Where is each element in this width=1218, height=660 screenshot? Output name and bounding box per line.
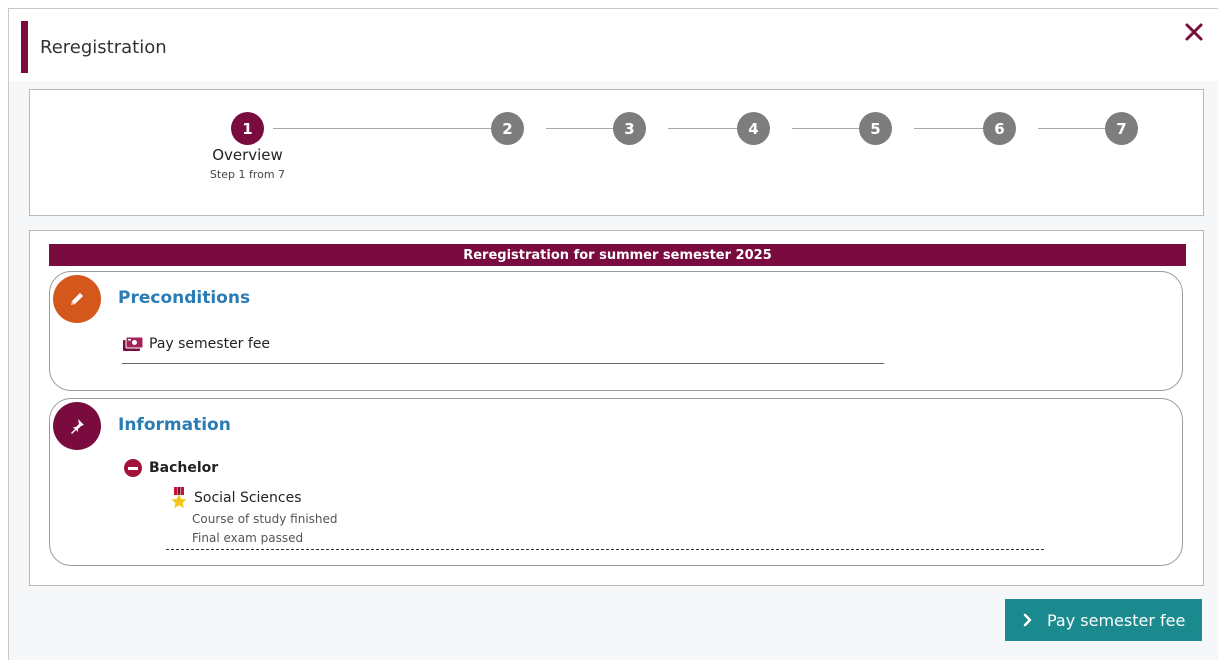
status-text: Final exam passed bbox=[192, 531, 304, 545]
step-7[interactable]: 7 bbox=[1105, 112, 1138, 145]
money-icon bbox=[122, 334, 144, 354]
dashed-divider bbox=[166, 549, 1044, 550]
step-indicator: 1 2 3 4 5 6 7 Overview Step 1 from 7 bbox=[29, 89, 1204, 216]
medal-icon bbox=[170, 487, 188, 509]
information-heading: Information bbox=[118, 415, 231, 435]
pin-icon bbox=[71, 419, 84, 434]
subject-row: Social Sciences bbox=[170, 487, 302, 509]
degree-row[interactable]: Bachelor bbox=[124, 459, 218, 477]
information-card: Information Bachelor Social Sciences Cou… bbox=[49, 398, 1183, 566]
pay-semester-fee-button[interactable]: Pay semester fee bbox=[1005, 599, 1202, 641]
preconditions-icon-badge bbox=[53, 275, 101, 323]
chevron-right-icon bbox=[1023, 613, 1032, 627]
status-text: Course of study finished bbox=[192, 512, 338, 526]
step-2[interactable]: 2 bbox=[491, 112, 524, 145]
dialog-header: Reregistration bbox=[9, 9, 1218, 81]
pencil-icon bbox=[71, 293, 83, 305]
step-4[interactable]: 4 bbox=[737, 112, 770, 145]
semester-banner: Reregistration for summer semester 2025 bbox=[49, 244, 1186, 266]
active-step-subtitle: Step 1 from 7 bbox=[209, 168, 286, 181]
dialog-title: Reregistration bbox=[40, 37, 167, 58]
divider bbox=[122, 363, 884, 364]
preconditions-heading: Preconditions bbox=[118, 288, 251, 308]
title-accent-bar bbox=[21, 21, 28, 73]
step-1[interactable]: 1 bbox=[231, 112, 264, 145]
pay-button-label: Pay semester fee bbox=[1047, 610, 1186, 630]
step-6[interactable]: 6 bbox=[983, 112, 1016, 145]
close-icon bbox=[1185, 23, 1203, 41]
step-5[interactable]: 5 bbox=[859, 112, 892, 145]
preconditions-card: Preconditions Pay semester fee bbox=[49, 271, 1183, 391]
subject-label: Social Sciences bbox=[194, 490, 302, 506]
reregistration-dialog: Reregistration 1 2 3 4 5 6 7 Overview St… bbox=[8, 8, 1218, 660]
information-icon-badge bbox=[53, 402, 101, 450]
reregistration-content: Reregistration for summer semester 2025 … bbox=[29, 230, 1204, 586]
close-button[interactable] bbox=[1181, 19, 1207, 45]
precondition-item[interactable]: Pay semester fee bbox=[122, 334, 270, 354]
active-step-title: Overview bbox=[212, 146, 283, 164]
collapse-minus-icon[interactable] bbox=[124, 459, 142, 477]
degree-label: Bachelor bbox=[149, 460, 219, 476]
step-connector bbox=[273, 128, 514, 129]
pay-semester-fee-label: Pay semester fee bbox=[149, 336, 271, 352]
step-3[interactable]: 3 bbox=[613, 112, 646, 145]
